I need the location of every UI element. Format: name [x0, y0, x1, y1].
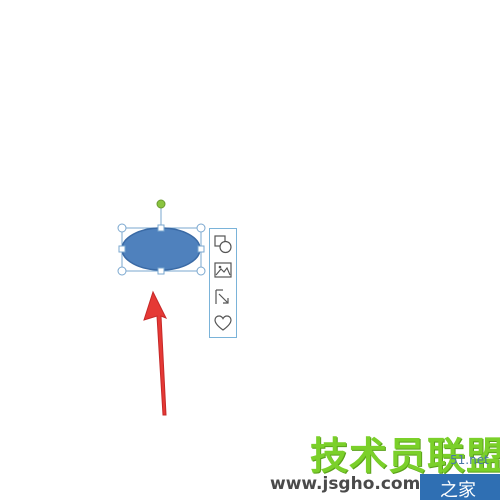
watermark-suffix-box: 之家 [420, 474, 500, 501]
watermark-domain-fragment: 51.net [450, 453, 489, 467]
resize-handle-left[interactable] [118, 245, 126, 253]
heart-icon [214, 315, 232, 331]
resize-handle-top-right[interactable] [196, 223, 206, 233]
annotation-arrow [143, 290, 168, 416]
picture-icon [214, 262, 232, 278]
ellipse-shape[interactable] [121, 227, 201, 271]
layout-options-button[interactable] [213, 287, 233, 307]
shape-styles-button[interactable] [213, 234, 233, 254]
resize-handle-bottom-right[interactable] [196, 266, 206, 276]
shape-quick-toolbar [209, 228, 237, 338]
insert-picture-button[interactable] [213, 260, 233, 280]
resize-handle-bottom-left[interactable] [117, 266, 127, 276]
watermark-suffix-text: 之家 [440, 480, 476, 501]
resize-handle-top[interactable] [157, 224, 165, 232]
resize-handle-bottom[interactable] [157, 267, 165, 275]
site-watermark: 技术员联盟 51.net www.jsgho.com 之家 [270, 425, 500, 501]
shapes-icon [214, 235, 232, 254]
watermark-url: www.jsgho.com [270, 474, 421, 494]
rotate-handle[interactable] [156, 199, 166, 209]
favorite-button[interactable] [213, 313, 233, 333]
layout-arrow-icon [215, 289, 229, 304]
resize-handle-right[interactable] [197, 245, 205, 253]
resize-handle-top-left[interactable] [117, 223, 127, 233]
